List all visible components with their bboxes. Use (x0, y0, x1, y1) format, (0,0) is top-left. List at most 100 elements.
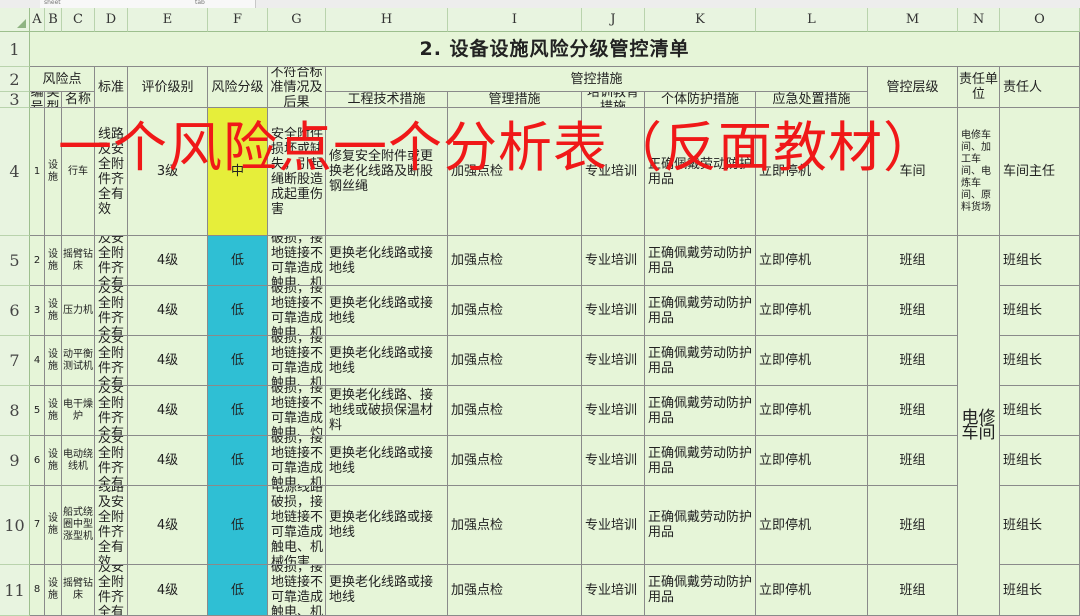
cell-eval-level[interactable]: 4级 (128, 386, 208, 436)
cell-responsible-person[interactable]: 班组长 (1000, 486, 1080, 565)
header-control-level[interactable]: 管控层级 (868, 67, 958, 108)
cell-emergency[interactable]: 立即停机 (756, 565, 868, 616)
column-header[interactable]: M (868, 8, 958, 32)
cell-name[interactable]: 摇臂钻床 (62, 236, 95, 286)
header-risk-grade[interactable]: 风险分级 (208, 67, 268, 108)
cell-number[interactable]: 5 (30, 386, 45, 436)
cell-responsible-person[interactable]: 班组长 (1000, 236, 1080, 286)
cell-eval-level[interactable]: 4级 (128, 286, 208, 336)
cell-type[interactable]: 设施 (45, 565, 62, 616)
cell-control-level[interactable]: 班组 (868, 565, 958, 616)
cell-nonconformity[interactable]: 电源线路破损，接地链接不可靠造成触电、机械伤害 (268, 286, 326, 336)
row-header[interactable]: 10 (0, 486, 30, 565)
cell-training[interactable]: 专业培训 (582, 286, 645, 336)
cell-management[interactable]: 加强点检 (448, 386, 582, 436)
cell-standard[interactable]: 线路及安全附件齐全有效 (95, 108, 128, 236)
cell-training[interactable]: 专业培训 (582, 336, 645, 386)
row-header[interactable]: 4 (0, 108, 30, 236)
cell-eval-level[interactable]: 4级 (128, 436, 208, 486)
row-header[interactable]: 5 (0, 236, 30, 286)
cell-control-level[interactable]: 班组 (868, 336, 958, 386)
cell-eval-level[interactable]: 4级 (128, 336, 208, 386)
header-responsible-unit[interactable]: 责任单位 (958, 67, 1000, 108)
cell-nonconformity[interactable]: 电源线路破损，接地链接不可靠造成触电、机械伤害 (268, 436, 326, 486)
cell-risk-grade[interactable]: 低 (208, 486, 268, 565)
header-name[interactable]: 名称 (62, 92, 95, 108)
cell-type[interactable]: 设施 (45, 286, 62, 336)
header-engineering[interactable]: 工程技术措施 (326, 92, 448, 108)
cell-name[interactable]: 船式绕圈中型涨型机 (62, 486, 95, 565)
cell-control-level[interactable]: 班组 (868, 386, 958, 436)
sheet-tab[interactable]: tab (191, 0, 256, 8)
cell-number[interactable]: 7 (30, 486, 45, 565)
cell-emergency[interactable]: 立即停机 (756, 386, 868, 436)
cell-number[interactable]: 3 (30, 286, 45, 336)
cell-ppe[interactable]: 正确佩戴劳动防护用品 (645, 436, 756, 486)
cell-type[interactable]: 设施 (45, 336, 62, 386)
cell-responsible-person[interactable]: 车间主任 (1000, 108, 1080, 236)
cell-emergency[interactable]: 立即停机 (756, 336, 868, 386)
spreadsheet-grid[interactable]: A B C D E F G H I J K L M N O 1 2 3 4 5 6 7 8 9 10 11 2. 设备设施风险分级管… (0, 8, 1080, 616)
cell-management[interactable]: 加强点检 (448, 286, 582, 336)
cell-engineering[interactable]: 修复安全附件或更换老化线路及断股钢丝绳 (326, 108, 448, 236)
cell-nonconformity[interactable]: 电源线路破损，接地链接不可靠造成触电、机械伤害 (268, 486, 326, 565)
cell-engineering[interactable]: 更换老化线路或接地线 (326, 286, 448, 336)
row-header[interactable]: 8 (0, 386, 30, 436)
cell-ppe[interactable]: 正确佩戴劳动防护用品 (645, 336, 756, 386)
cell-management[interactable]: 加强点检 (448, 108, 582, 236)
cell-control-level[interactable]: 班组 (868, 436, 958, 486)
cell-risk-grade[interactable]: 低 (208, 436, 268, 486)
cell-name[interactable]: 行车 (62, 108, 95, 236)
sheet-tab[interactable]: sheet (40, 0, 195, 8)
cell-management[interactable]: 加强点检 (448, 565, 582, 616)
sheet-title[interactable]: 2. 设备设施风险分级管控清单 (30, 32, 1080, 67)
column-header[interactable]: A (30, 8, 45, 32)
row-header[interactable]: 1 (0, 32, 30, 67)
cell-responsible-person[interactable]: 班组长 (1000, 286, 1080, 336)
cell-ppe[interactable]: 正确佩戴劳动防护用品 (645, 236, 756, 286)
cell-number[interactable]: 1 (30, 108, 45, 236)
cell-number[interactable]: 2 (30, 236, 45, 286)
cell-risk-grade[interactable]: 低 (208, 386, 268, 436)
row-header[interactable]: 2 (0, 67, 30, 92)
header-standard[interactable]: 标准 (95, 67, 128, 108)
cell-type[interactable]: 设施 (45, 486, 62, 565)
cell-eval-level[interactable]: 4级 (128, 565, 208, 616)
cell-responsible-person[interactable]: 班组长 (1000, 565, 1080, 616)
cell-type[interactable]: 设施 (45, 386, 62, 436)
cell-management[interactable]: 加强点检 (448, 486, 582, 565)
column-header[interactable]: D (95, 8, 128, 32)
cell-control-level[interactable]: 车间 (868, 108, 958, 236)
cell-number[interactable]: 4 (30, 336, 45, 386)
cell-type[interactable]: 设施 (45, 108, 62, 236)
cell-ppe[interactable]: 正确佩戴劳动防护用品 (645, 108, 756, 236)
cell-responsible-person[interactable]: 班组长 (1000, 386, 1080, 436)
column-header[interactable]: J (582, 8, 645, 32)
column-header[interactable]: G (268, 8, 326, 32)
row-header[interactable]: 6 (0, 286, 30, 336)
cell-nonconformity[interactable]: 电源线路破损，接地链接不可靠造成触电、机械伤害 (268, 565, 326, 616)
cell-engineering[interactable]: 更换老化线路或接地线 (326, 236, 448, 286)
cell-nonconformity[interactable]: 电源线路破损，接地链接不可靠造成触电、机械伤害 (268, 336, 326, 386)
row-header[interactable]: 11 (0, 565, 30, 616)
cell-name[interactable]: 动平衡测试机 (62, 336, 95, 386)
cell-standard[interactable]: 线路及安全附件齐全有效 (95, 565, 128, 616)
cell-training[interactable]: 专业培训 (582, 386, 645, 436)
cell-engineering[interactable]: 更换老化线路或接地线 (326, 336, 448, 386)
cell-standard[interactable]: 线路及安全附件齐全有效 (95, 336, 128, 386)
column-header[interactable]: L (756, 8, 868, 32)
header-risk-point[interactable]: 风险点 (30, 67, 95, 92)
cell-name[interactable]: 摇臂钻床 (62, 565, 95, 616)
cell-responsible-unit[interactable]: 电修车间、加工车间、电炼车间、原料货场 (958, 108, 1000, 236)
header-nonconformity[interactable]: 不符合标准情况及后果 (268, 67, 326, 108)
cell-control-level[interactable]: 班组 (868, 486, 958, 565)
column-header[interactable]: K (645, 8, 756, 32)
cell-responsible-unit-merged[interactable]: 电修车间 (958, 236, 1000, 616)
column-header[interactable]: E (128, 8, 208, 32)
header-type[interactable]: 类型 (45, 92, 62, 108)
cell-risk-grade[interactable]: 低 (208, 236, 268, 286)
cell-eval-level[interactable]: 4级 (128, 486, 208, 565)
cell-engineering[interactable]: 更换老化线路或接地线 (326, 436, 448, 486)
column-header[interactable]: C (62, 8, 95, 32)
cell-risk-grade[interactable]: 中 (208, 108, 268, 236)
